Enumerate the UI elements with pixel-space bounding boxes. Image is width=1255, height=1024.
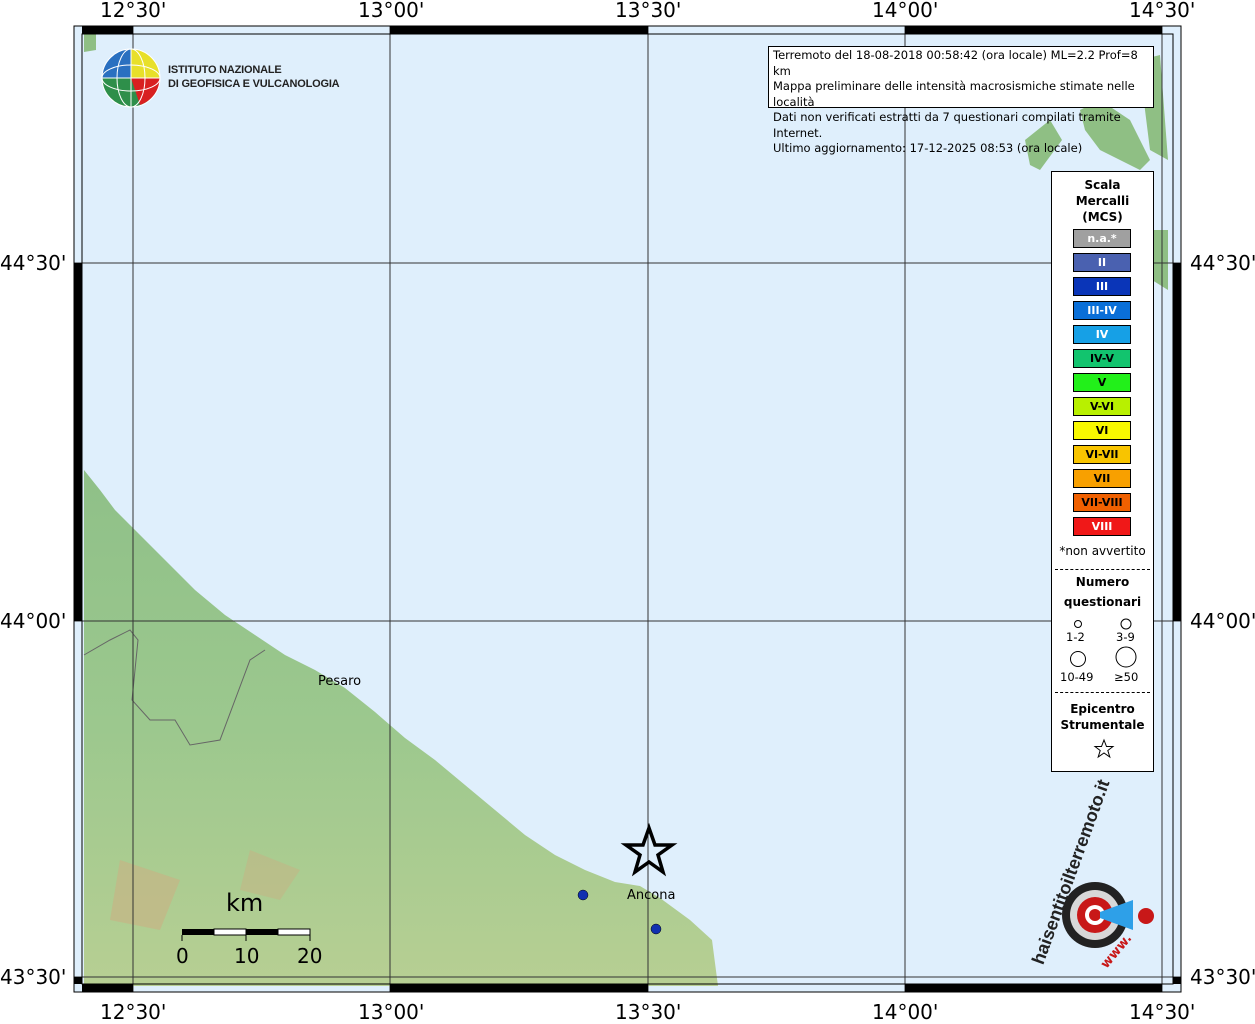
lat-label-right: 44°30' (1190, 251, 1255, 275)
mcs-level-box: n.a.* (1073, 229, 1131, 248)
epicenter-title: Epicentro (1070, 702, 1135, 716)
count-symbol-xlarge (1115, 646, 1137, 668)
legend-divider (1055, 692, 1150, 693)
legend-title: (MCS) (1082, 210, 1123, 224)
lat-label-left: 43°30' (0, 965, 67, 989)
scale-tick-label: 20 (297, 944, 323, 968)
lat-label-right: 43°30' (1190, 965, 1255, 989)
lon-label-top: 14°30' (1129, 0, 1196, 22)
info-line: Dati non verificati estratti da 7 questi… (773, 110, 1121, 140)
mcs-level-box: V-VI (1073, 397, 1131, 416)
legend-title: Scala (1084, 178, 1121, 192)
city-label-pesaro: Pesaro (318, 674, 362, 689)
lat-label-right: 44°00' (1190, 609, 1255, 633)
count-title: questionari (1063, 595, 1142, 609)
mcs-level-box: VIII (1073, 517, 1131, 536)
mcs-level-box: V (1073, 373, 1131, 392)
lon-label-bottom: 13°00' (358, 1000, 425, 1024)
lon-label-top: 12°30' (100, 0, 167, 22)
mcs-level-box: IV-V (1073, 349, 1131, 368)
intensity-point[interactable] (577, 889, 589, 901)
lon-label-top: 13°00' (358, 0, 425, 22)
lat-label-left: 44°30' (0, 251, 67, 275)
count-symbol-large (1070, 651, 1086, 667)
info-line: Ultimo aggiornamento: 17-12-2025 08:53 (… (773, 141, 1083, 155)
mcs-level-box: III (1073, 277, 1131, 296)
legend-panel: Scala Mercalli (MCS) n.a.* II III III-IV IV I… (1051, 171, 1154, 772)
event-info-box: Terremoto del 18-08-2018 00:58:42 (ora l… (768, 46, 1154, 155)
mcs-level-box: III-IV (1073, 301, 1131, 320)
count-symbol-small (1074, 620, 1082, 628)
info-line: Terremoto del 18-08-2018 00:58:42 (ora l… (773, 48, 1138, 78)
city-label-ancona: Ancona (627, 888, 676, 903)
mcs-level-box: VI-VII (1073, 445, 1131, 464)
info-line: Mappa preliminare delle intensità macros… (773, 79, 1135, 109)
lon-label-bottom: 13°30' (615, 1000, 682, 1024)
lon-label-top: 13°30' (615, 0, 682, 22)
lon-label-bottom: 14°00' (872, 1000, 939, 1024)
epicenter-legend-star-icon (1093, 738, 1115, 759)
lon-label-bottom: 12°30' (100, 1000, 167, 1024)
logo-line: ISTITUTO NAZIONALE (168, 64, 282, 76)
scale-tick-label: 10 (234, 944, 260, 968)
lon-label-top: 14°00' (872, 0, 939, 22)
count-label: ≥50 (1114, 670, 1139, 684)
legend-divider (1055, 569, 1150, 570)
legend-title: Mercalli (1075, 194, 1130, 208)
lon-label-bottom: 14°30' (1129, 1000, 1196, 1024)
mcs-level-box: VI (1073, 421, 1131, 440)
count-label: 1-2 (1066, 630, 1085, 644)
logo-line: DI GEOFISICA E VULCANOLOGIA (168, 78, 340, 90)
ingv-logo-text: ISTITUTO NAZIONALE DI GEOFISICA E VULCAN… (168, 63, 340, 91)
epicenter-title: Strumentale (1060, 718, 1145, 732)
scale-tick-label: 0 (176, 944, 189, 968)
count-label: 10-49 (1060, 670, 1094, 684)
ingv-globe-logo (101, 48, 161, 108)
lat-label-left: 44°00' (0, 609, 67, 633)
intensity-point[interactable] (650, 923, 662, 935)
mcs-level-box: VII (1073, 469, 1131, 488)
mcs-level-box: VII-VIII (1073, 493, 1131, 512)
count-title: Numero (1075, 575, 1130, 589)
mcs-level-box: II (1073, 253, 1131, 272)
scale-unit: km (226, 889, 264, 917)
legend-note: *non avvertito (1059, 544, 1146, 558)
mcs-level-box: IV (1073, 325, 1131, 344)
count-symbol-medium (1120, 618, 1132, 630)
count-label: 3-9 (1116, 630, 1135, 644)
